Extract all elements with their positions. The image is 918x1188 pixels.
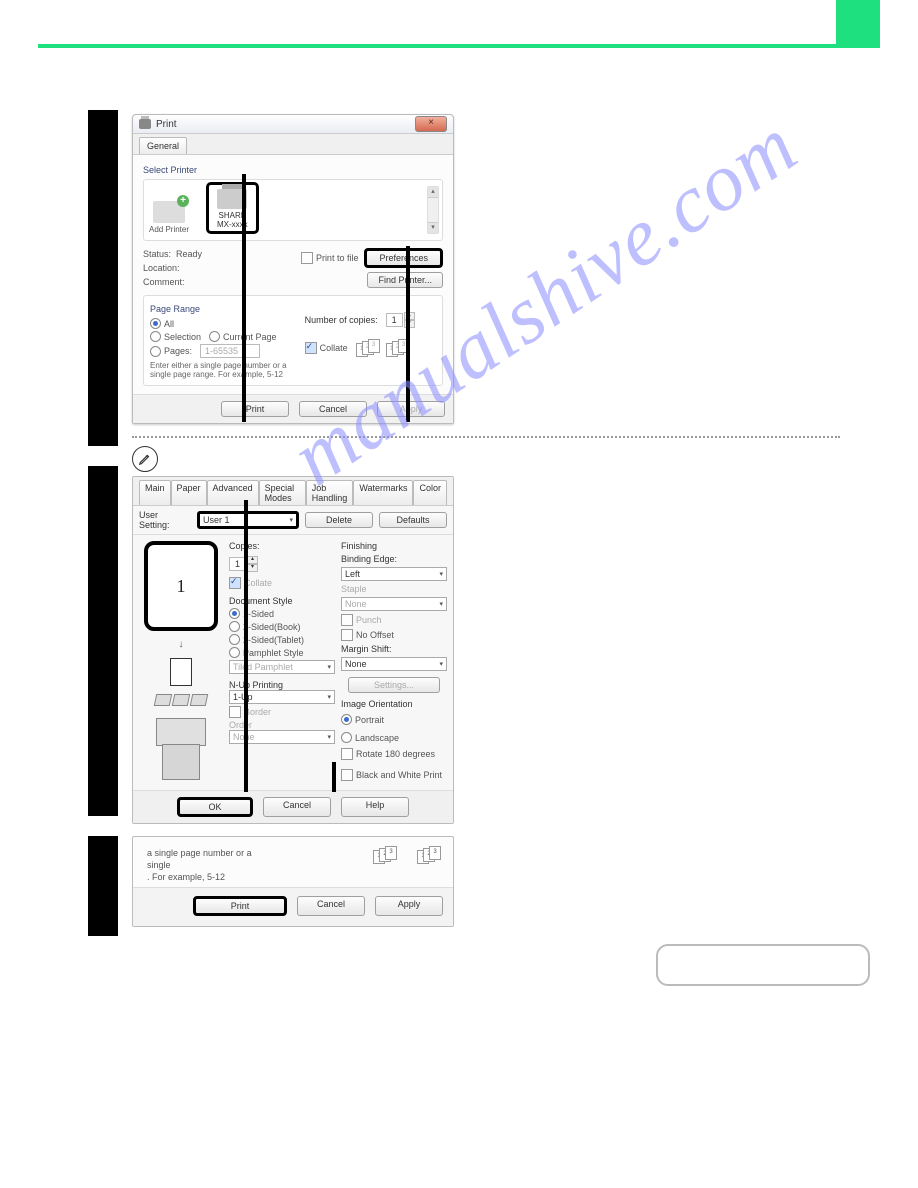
collate-icon: 123: [356, 340, 378, 356]
staple-select[interactable]: None▾: [341, 597, 447, 611]
header-accent-block: [836, 0, 880, 44]
preview-column: 1 ↓: [139, 541, 223, 784]
status-labels: Status: Ready Location: Comment:: [143, 247, 202, 289]
print-dialog-bottom: a single page number or a single . For e…: [132, 836, 454, 927]
preferences-dialog: Main Paper Advanced Special Modes Job Ha…: [132, 476, 454, 824]
apply-button[interactable]: Apply: [375, 896, 443, 916]
collate-icon: 123: [373, 847, 395, 863]
radio-all[interactable]: All: [150, 318, 174, 329]
comment-label: Comment:: [143, 275, 202, 289]
radio-selection[interactable]: Selection: [150, 331, 201, 342]
printer-list: Add Printer SHARP MX-xxxx ▴▾: [143, 179, 443, 241]
tab-watermarks[interactable]: Watermarks: [353, 480, 413, 505]
print-dialog-titlebar: Print ×: [133, 115, 453, 134]
tab-special-modes[interactable]: Special Modes: [259, 480, 306, 505]
finishing-label: Finishing: [341, 541, 447, 551]
user-setting-select[interactable]: User 1▾: [197, 511, 299, 529]
selected-printer[interactable]: SHARP MX-xxxx: [206, 182, 259, 234]
ok-button[interactable]: OK: [177, 797, 253, 817]
print-dialog-title: Print: [156, 119, 177, 130]
tab-general[interactable]: General: [139, 137, 187, 154]
tab-paper[interactable]: Paper: [171, 480, 207, 505]
step-1-sidebar: [88, 110, 118, 446]
staple-label: Staple: [341, 584, 447, 594]
location-label: Location:: [143, 261, 202, 275]
page-range-hint: a single page number or a single . For e…: [147, 847, 277, 883]
page-range-hint: Enter either a single page number or a s…: [150, 361, 295, 379]
cancel-button[interactable]: Cancel: [263, 797, 331, 817]
tab-advanced[interactable]: Advanced: [207, 480, 259, 505]
printer-list-scrollbar[interactable]: ▴▾: [427, 186, 439, 234]
radio-pamphlet[interactable]: Pamphlet Style: [229, 647, 304, 658]
cancel-button[interactable]: Cancel: [299, 401, 367, 417]
add-printer-label: Add Printer: [148, 225, 190, 234]
margin-shift-label: Margin Shift:: [341, 644, 447, 654]
copies-spinner[interactable]: 1 ▴▾: [386, 312, 415, 328]
tab-job-handling[interactable]: Job Handling: [306, 480, 354, 505]
callout-line: [242, 174, 246, 422]
collate-check[interactable]: Collate: [305, 342, 348, 354]
punch-check[interactable]: Punch: [341, 614, 447, 626]
printer-drawing: [146, 714, 216, 784]
callout-line: [332, 762, 336, 792]
preview-page: 1: [144, 541, 218, 631]
binding-edge-select[interactable]: Left▾: [341, 567, 447, 581]
border-check[interactable]: Border: [229, 706, 271, 718]
print-button[interactable]: Print: [221, 401, 289, 417]
preview-small-page: [170, 658, 192, 686]
apply-button[interactable]: Apply: [377, 401, 445, 417]
bw-check[interactable]: Black and White Print: [341, 769, 447, 781]
no-offset-check[interactable]: No Offset: [341, 629, 447, 641]
copies-label: Number of copies:: [305, 315, 378, 325]
status-row: Status: Ready Location: Comment: Print t…: [143, 247, 443, 289]
radio-landscape[interactable]: Landscape: [341, 732, 399, 743]
print-button[interactable]: Print: [193, 896, 287, 916]
preferences-button[interactable]: Preferences: [364, 248, 443, 268]
printer-icon: [139, 119, 151, 129]
status-value: Ready: [176, 249, 202, 259]
rotate180-check[interactable]: Rotate 180 degrees: [341, 748, 447, 760]
settings-button[interactable]: Settings...: [348, 677, 440, 693]
contents-button[interactable]: [656, 944, 870, 986]
radio-pages[interactable]: Pages:: [150, 346, 192, 357]
callout-line: [244, 500, 248, 792]
collate-icon: 123: [386, 340, 408, 356]
radio-2book[interactable]: 2-Sided(Book): [229, 621, 301, 632]
page-range-label: Page Range: [150, 304, 295, 314]
header-bar: [38, 0, 880, 50]
cancel-button[interactable]: Cancel: [297, 896, 365, 916]
help-button[interactable]: Help: [341, 797, 409, 817]
delete-button[interactable]: Delete: [305, 512, 373, 528]
radio-1sided[interactable]: 1-Sided: [229, 608, 274, 619]
margin-shift-select[interactable]: None▾: [341, 657, 447, 671]
callout-line: [406, 246, 410, 422]
step-2-sidebar: [88, 466, 118, 816]
header-accent-line: [38, 44, 880, 48]
select-printer-label: Select Printer: [143, 165, 443, 175]
copies-value: 1: [386, 313, 403, 327]
defaults-button[interactable]: Defaults: [379, 512, 447, 528]
binding-edge-label: Binding Edge:: [341, 554, 447, 564]
print-to-file-check[interactable]: Print to file: [301, 252, 359, 264]
radio-2tablet[interactable]: 2-Sided(Tablet): [229, 634, 304, 645]
status-label: Status:: [143, 249, 171, 259]
close-button[interactable]: ×: [415, 116, 447, 132]
radio-portrait[interactable]: Portrait: [341, 714, 384, 725]
tab-color[interactable]: Color: [413, 480, 447, 505]
add-printer[interactable]: Add Printer: [148, 201, 190, 234]
tab-main[interactable]: Main: [139, 480, 171, 505]
dashed-separator: [132, 436, 840, 438]
collate-icon: 123: [417, 847, 439, 863]
orientation-label: Image Orientation: [341, 699, 447, 709]
step-3-sidebar: [88, 836, 118, 936]
user-setting-label: User Setting:: [139, 510, 191, 530]
pages-input[interactable]: 1-65535: [200, 344, 260, 358]
